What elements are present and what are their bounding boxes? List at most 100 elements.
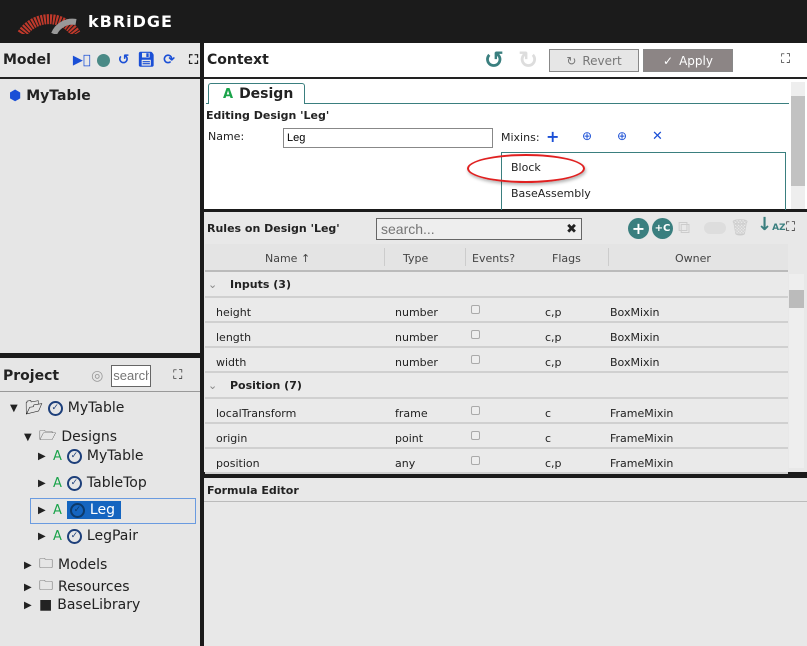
rules-scrollbar[interactable] bbox=[789, 274, 804, 468]
folder-icon: 🗀 bbox=[39, 556, 53, 572]
project-search-input[interactable] bbox=[111, 364, 152, 387]
compass-icon: A bbox=[223, 86, 234, 102]
move-up-icon[interactable]: ⊕ bbox=[617, 129, 627, 143]
status-dot-icon bbox=[96, 53, 110, 67]
table-row[interactable]: position any c,p FrameMixin bbox=[205, 449, 788, 474]
compass-icon: A bbox=[53, 475, 62, 491]
refresh-icon[interactable]: ⟳ bbox=[163, 52, 175, 68]
undo-icon[interactable]: ↺ bbox=[484, 46, 504, 74]
check-circle-icon: ✓ bbox=[66, 475, 82, 491]
group-row[interactable]: ⌄ Inputs (3) bbox=[205, 272, 788, 298]
rules-title: Rules on Design 'Leg' bbox=[207, 222, 340, 235]
events-checkbox[interactable] bbox=[471, 330, 480, 339]
tab-design[interactable]: A Design bbox=[208, 83, 305, 104]
tree-item-models[interactable]: ▶ 🗀 Models bbox=[24, 553, 107, 577]
revert-icon: ↻ bbox=[566, 53, 577, 68]
toggle-icon[interactable] bbox=[704, 222, 726, 234]
run-icon[interactable]: ▶⃝ bbox=[73, 53, 91, 68]
tree-item-legpair[interactable]: ▶ A ✓ LegPair bbox=[38, 528, 138, 544]
name-input[interactable] bbox=[283, 128, 493, 148]
maximize-icon[interactable]: ⛶ bbox=[173, 368, 182, 383]
tree-item-mytable-root[interactable]: ▼ 📂︎ ✓ MyTable bbox=[10, 400, 124, 416]
apply-button[interactable]: ✓ Apply bbox=[643, 49, 733, 72]
check-circle-icon: ✓ bbox=[69, 502, 85, 518]
caret-right-icon[interactable]: ▶ bbox=[24, 600, 34, 611]
events-checkbox[interactable] bbox=[471, 305, 480, 314]
save-icon[interactable]: 💾︎ bbox=[137, 52, 155, 68]
maximize-icon[interactable]: ⛶ bbox=[786, 220, 795, 235]
table-row[interactable]: height number c,p BoxMixin bbox=[205, 298, 788, 323]
mixins-label: Mixins: bbox=[501, 131, 540, 144]
tree-item-mytable[interactable]: ▶ A ✓ MyTable bbox=[38, 448, 143, 464]
tree-item-tabletop[interactable]: ▶ A ✓ TableTop bbox=[38, 475, 147, 491]
name-label: Name: bbox=[208, 130, 245, 143]
events-checkbox[interactable] bbox=[471, 406, 480, 415]
add-custom-rule-icon[interactable]: +C bbox=[652, 218, 673, 239]
check-circle-icon: ✓ bbox=[66, 448, 82, 464]
cube-icon: ⬢ bbox=[9, 88, 22, 104]
table-row[interactable]: width number c,p BoxMixin bbox=[205, 348, 788, 373]
compass-icon: A bbox=[53, 448, 62, 464]
move-down-icon[interactable]: ⊕ bbox=[582, 129, 592, 143]
caret-down-icon[interactable]: ▼ bbox=[24, 432, 34, 443]
formula-editor-panel bbox=[204, 478, 807, 646]
table-row[interactable]: origin point c FrameMixin bbox=[205, 424, 788, 449]
mixin-item[interactable]: BaseAssembly bbox=[511, 187, 591, 200]
folder-open-icon: 📂︎ bbox=[25, 400, 43, 416]
redo-icon[interactable]: ↻ bbox=[518, 46, 538, 74]
table-row[interactable]: length number c,p BoxMixin bbox=[205, 323, 788, 348]
formula-editor-title: Formula Editor bbox=[204, 478, 807, 502]
rules-search[interactable]: ✖ bbox=[376, 218, 582, 240]
sort-az-icon[interactable]: ↓AZ bbox=[757, 214, 786, 235]
caret-right-icon[interactable]: ▶ bbox=[38, 531, 48, 542]
caret-right-icon[interactable]: ▶ bbox=[38, 451, 48, 462]
revert-button[interactable]: ↻ Revert bbox=[549, 49, 639, 72]
add-rule-icon[interactable]: + bbox=[628, 218, 649, 239]
logo: kBRiDGE bbox=[14, 8, 173, 34]
column-flags[interactable]: Flags bbox=[552, 252, 581, 265]
caret-right-icon[interactable]: ▶ bbox=[38, 478, 48, 489]
compass-icon: A bbox=[53, 502, 62, 518]
caret-right-icon[interactable]: ▶ bbox=[24, 560, 34, 571]
column-owner[interactable]: Owner bbox=[675, 252, 711, 265]
undo-history-icon[interactable]: ↺ bbox=[118, 52, 130, 68]
clear-icon[interactable]: ✖ bbox=[566, 222, 577, 237]
editing-label: Editing Design 'Leg' bbox=[206, 109, 330, 122]
table-row[interactable]: localTransform frame c FrameMixin bbox=[205, 399, 788, 424]
tree-item-resources[interactable]: ▶ 🗀 Resources bbox=[24, 575, 130, 599]
copy-icon[interactable]: ⧉ bbox=[678, 218, 690, 238]
events-checkbox[interactable] bbox=[471, 456, 480, 465]
caret-down-icon[interactable]: ▼ bbox=[10, 403, 20, 414]
events-checkbox[interactable] bbox=[471, 431, 480, 440]
column-type[interactable]: Type bbox=[403, 252, 428, 265]
highlight-ellipse bbox=[467, 154, 585, 183]
check-icon: ✓ bbox=[663, 53, 674, 68]
maximize-icon[interactable]: ⛶ bbox=[781, 52, 790, 67]
caret-right-icon[interactable]: ▶ bbox=[24, 582, 34, 593]
compass-icon: A bbox=[53, 528, 62, 544]
remove-mixin-icon[interactable]: ✕ bbox=[652, 129, 663, 144]
tree-item-baselibrary[interactable]: ▶ ■ BaseLibrary bbox=[24, 597, 140, 613]
folder-filled-icon: ■ bbox=[39, 597, 53, 613]
maximize-icon[interactable]: ⛶ bbox=[189, 53, 198, 68]
group-row[interactable]: ⌄ Position (7) bbox=[205, 373, 788, 399]
add-mixin-icon[interactable]: + bbox=[546, 127, 559, 146]
model-header: Model ▶⃝ ↺ 💾︎ ⟳ ⛶ bbox=[0, 43, 200, 79]
tree-item-designs[interactable]: ▼ 🗁 Designs bbox=[24, 425, 117, 449]
context-scrollbar[interactable] bbox=[791, 82, 805, 209]
rules-search-input[interactable] bbox=[381, 221, 551, 237]
chevron-down-icon[interactable]: ⌄ bbox=[208, 278, 217, 291]
model-item[interactable]: ⬢ MyTable bbox=[9, 88, 91, 104]
chevron-down-icon[interactable]: ⌄ bbox=[208, 379, 217, 392]
visibility-icon[interactable]: ◎ bbox=[91, 368, 103, 384]
column-events[interactable]: Events? bbox=[472, 252, 515, 265]
events-checkbox[interactable] bbox=[471, 355, 480, 364]
trash-icon[interactable]: 🗑︎ bbox=[730, 218, 750, 237]
check-circle-icon: ✓ bbox=[66, 528, 82, 544]
grid-header: Name ↑ Type Events? Flags Owner bbox=[205, 244, 788, 272]
folder-icon: 🗀 bbox=[39, 578, 53, 594]
sort-up-icon: ↑ bbox=[300, 252, 311, 265]
column-name[interactable]: Name ↑ bbox=[265, 252, 310, 265]
tree-item-leg[interactable]: ▶ A ✓ Leg bbox=[38, 501, 121, 519]
caret-right-icon[interactable]: ▶ bbox=[38, 505, 48, 516]
